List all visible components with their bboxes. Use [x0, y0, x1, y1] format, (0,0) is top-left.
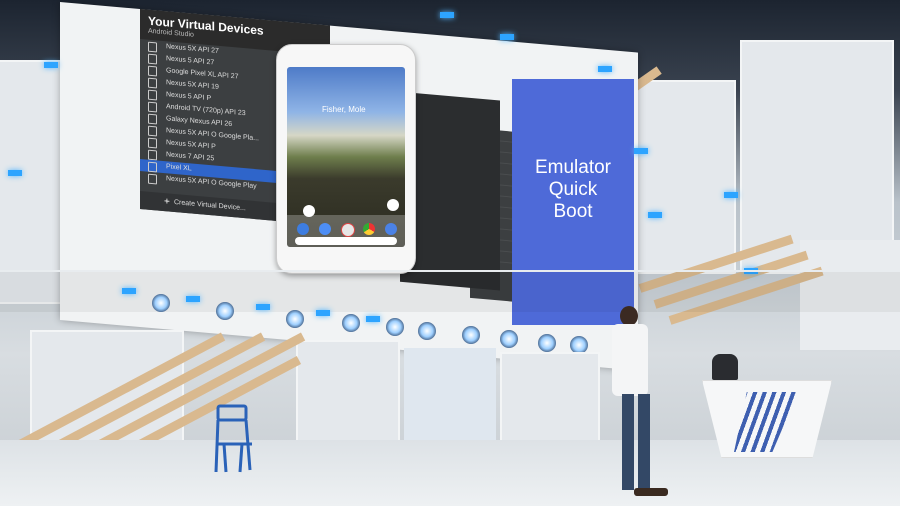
phone-screen: Fisher, Mole	[287, 67, 405, 247]
stage-light	[634, 148, 648, 154]
wall-panel-far-right	[740, 40, 894, 274]
spotlight	[500, 330, 518, 348]
messages-app-icon	[319, 223, 331, 235]
stage-light	[500, 34, 514, 40]
camera-app-icon	[385, 223, 397, 235]
stage-scene: Your Virtual Devices Android Studio Nexu…	[0, 0, 900, 506]
speaker-leg-right	[638, 394, 650, 490]
spotlight	[152, 294, 170, 312]
device-name: Nexus 7 API 25	[166, 151, 215, 163]
plus-icon: +	[164, 196, 170, 208]
slide-title-line-1: Emulator	[534, 157, 612, 178]
stage-light	[598, 66, 612, 72]
search-bar	[295, 237, 397, 245]
stage-light	[122, 288, 136, 294]
speaker-leg-left	[622, 394, 634, 490]
phone-emulator: Fisher, Mole	[276, 44, 416, 274]
stage-lower-panel	[296, 340, 400, 444]
dotted-panel	[404, 348, 496, 440]
stage-light	[316, 310, 330, 316]
device-name: Pixel XL	[166, 163, 192, 173]
spotlight	[418, 322, 436, 340]
speaker-head	[620, 306, 638, 326]
stage-light	[724, 192, 738, 198]
speaker-shoes	[634, 488, 668, 496]
blue-chair	[214, 404, 252, 473]
slide-title-line-3: Boot	[553, 201, 593, 222]
stage-light	[256, 304, 270, 310]
device-name: Nexus 5X API P	[166, 139, 216, 151]
stage-light	[366, 316, 380, 322]
device-name: Nexus 5 API 27	[166, 55, 215, 67]
device-icon	[148, 173, 157, 185]
spotlight	[386, 318, 404, 336]
wallpaper-label: Fisher, Mole	[322, 105, 366, 114]
stage-light	[648, 212, 662, 218]
spotlight	[286, 310, 304, 328]
maps-app-icon	[303, 205, 315, 217]
slide-title-line-2: Quick	[548, 179, 598, 200]
spotlight	[462, 326, 480, 344]
gmail-app-icon	[341, 223, 355, 237]
spotlight	[538, 334, 556, 352]
person-at-podium	[712, 354, 738, 380]
chrome-app-icon	[363, 223, 375, 235]
stage-light	[8, 170, 22, 176]
spotlight	[216, 302, 234, 320]
phone-app-icon	[297, 223, 309, 235]
create-device-label: Create Virtual Device...	[174, 198, 246, 213]
speaker-shirt	[612, 324, 648, 396]
device-name: Nexus 5 API P	[166, 91, 212, 103]
stage-light	[186, 296, 200, 302]
stage-light	[44, 62, 58, 68]
spotlight	[342, 314, 360, 332]
photos-app-icon	[387, 199, 399, 211]
stage-light	[440, 12, 454, 18]
stage-lower-panel	[500, 352, 600, 446]
